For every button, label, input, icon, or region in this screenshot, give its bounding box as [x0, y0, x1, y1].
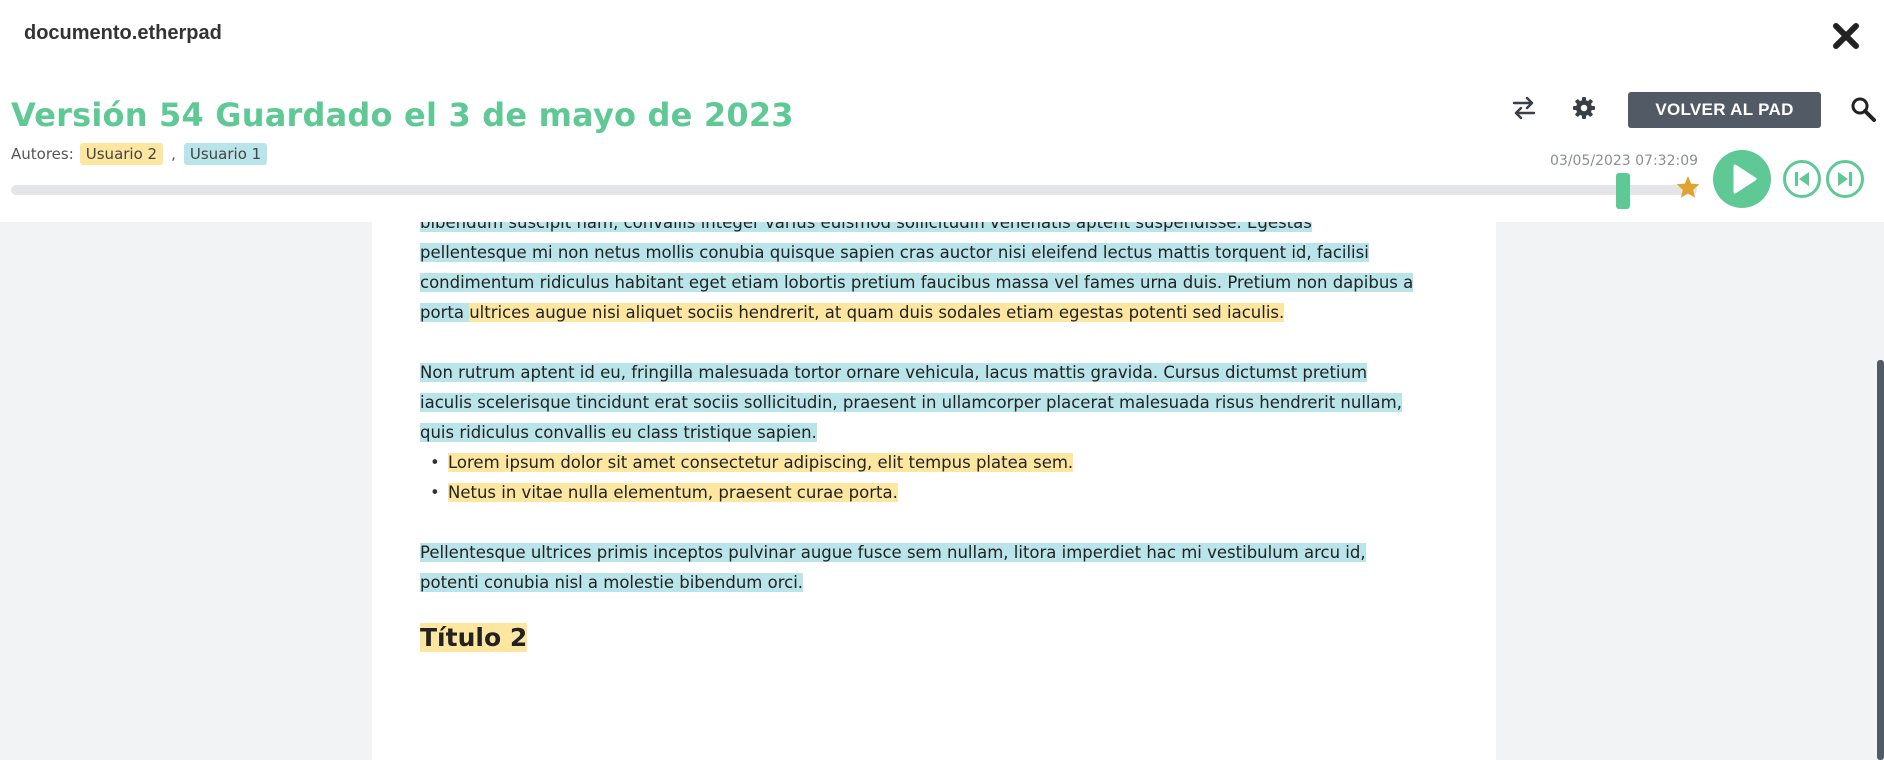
- step-back-button[interactable]: [1783, 160, 1821, 198]
- list-item-text: Netus in vitae nulla elementum, praesent…: [448, 483, 898, 502]
- star-icon[interactable]: [1675, 174, 1701, 200]
- close-icon[interactable]: [1828, 18, 1864, 54]
- heading-text: Título 2: [420, 623, 528, 652]
- gear-icon[interactable]: [1568, 92, 1600, 124]
- window-title: documento.etherpad: [24, 22, 222, 44]
- step-forward-button[interactable]: [1826, 160, 1864, 198]
- authors-label: Autores:: [11, 145, 74, 163]
- bullet-list: Lorem ipsum dolor sit amet consectetur a…: [420, 448, 1420, 508]
- play-icon: [1733, 164, 1757, 194]
- author-chip-usuario-1[interactable]: Usuario 1: [183, 143, 268, 165]
- step-forward-icon: [1838, 172, 1852, 186]
- list-item-text: Lorem ipsum dolor sit amet consectetur a…: [448, 453, 1074, 472]
- author-chip-usuario-2[interactable]: Usuario 2: [79, 143, 164, 165]
- paragraph-1: bibendum suscipit nam, convallis integer…: [420, 222, 1420, 328]
- timeslider-handle[interactable]: [1615, 173, 1630, 209]
- authors-list: Autores: Usuario 2 , Usuario 1: [11, 143, 268, 165]
- author-span-usuario-1: Pellentesque ultrices primis inceptos pu…: [420, 543, 1366, 592]
- play-button[interactable]: [1713, 150, 1771, 208]
- window-titlebar: documento.etherpad: [0, 0, 1884, 72]
- magnifier-icon[interactable]: [1848, 94, 1878, 124]
- heading-titulo-2: Título 2: [420, 620, 1420, 656]
- return-to-pad-button[interactable]: VOLVER AL PAD: [1628, 92, 1821, 128]
- timeslider-header: Versión 54 Guardado el 3 de mayo de 2023…: [0, 72, 1884, 222]
- document-page: bibendum suscipit nam, convallis integer…: [372, 222, 1496, 760]
- list-item: Lorem ipsum dolor sit amet consectetur a…: [430, 448, 1420, 478]
- author-separator: ,: [171, 145, 176, 163]
- swap-arrows-icon[interactable]: [1508, 92, 1540, 124]
- author-span-usuario-2: ultrices augue nisi aliquet sociis hendr…: [469, 303, 1285, 322]
- author-span-usuario-1: Non rutrum aptent id eu, fringilla males…: [420, 363, 1402, 442]
- revision-title: Versión 54 Guardado el 3 de mayo de 2023: [11, 96, 794, 134]
- document-content: bibendum suscipit nam, convallis integer…: [420, 222, 1420, 656]
- paragraph-2: Non rutrum aptent id eu, fringilla males…: [420, 358, 1420, 448]
- timeslider-track[interactable]: [11, 185, 1697, 195]
- paragraph-3: Pellentesque ultrices primis inceptos pu…: [420, 538, 1420, 598]
- revision-timestamp: 03/05/2023 07:32:09: [1550, 153, 1699, 169]
- step-back-icon: [1795, 172, 1809, 186]
- list-item: Netus in vitae nulla elementum, praesent…: [430, 478, 1420, 508]
- scrollbar-thumb[interactable]: [1877, 360, 1884, 760]
